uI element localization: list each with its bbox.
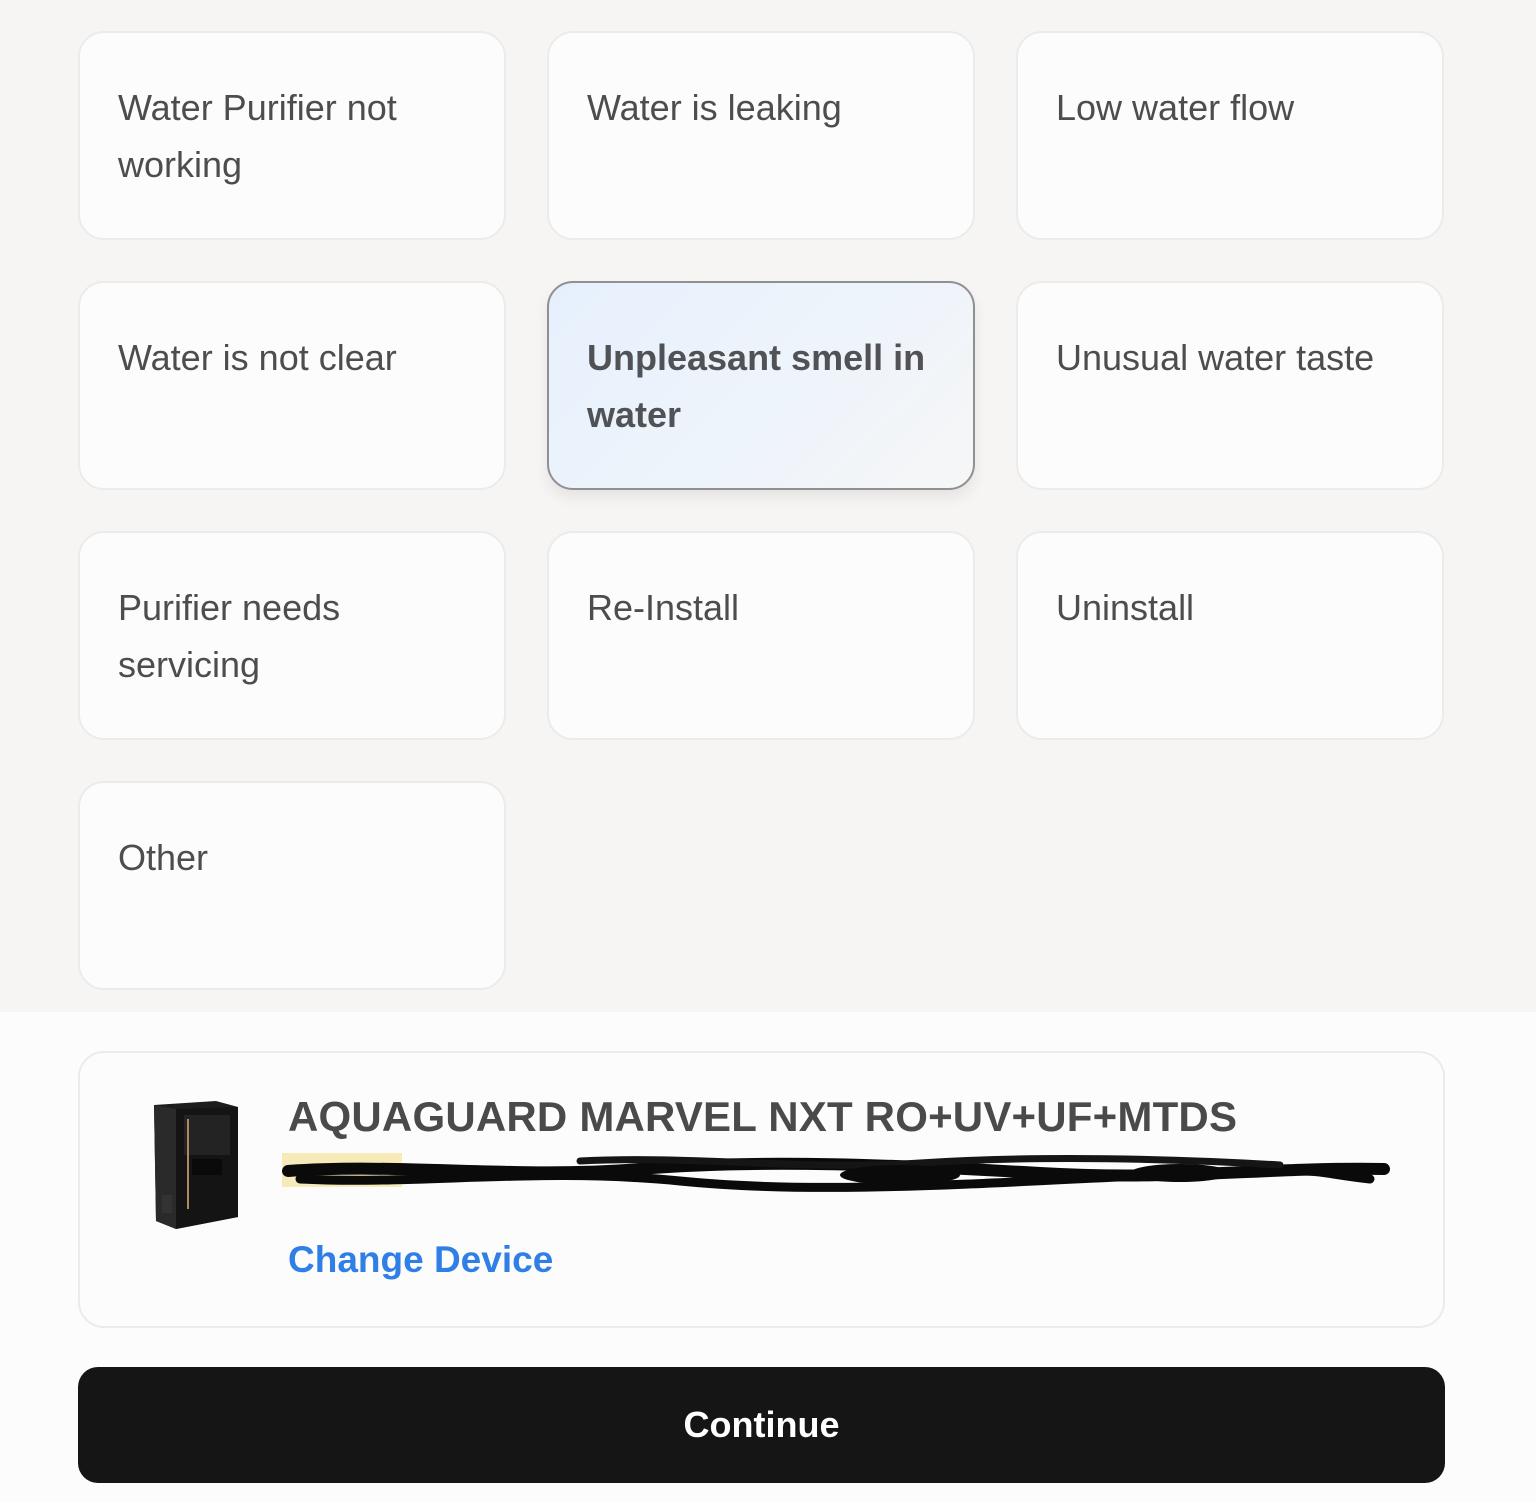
issue-card-other[interactable]: Other xyxy=(78,781,506,990)
issue-selection-area: Water Purifier not working Water is leak… xyxy=(0,0,1536,1012)
issue-card-reinstall[interactable]: Re-Install xyxy=(547,531,975,740)
issue-card-unpleasant-smell[interactable]: Unpleasant smell in water xyxy=(547,281,975,490)
device-card: AQUAGUARD MARVEL NXT RO+UV+UF+MTDS Chang… xyxy=(78,1051,1445,1328)
issue-card-leaking[interactable]: Water is leaking xyxy=(547,31,975,240)
device-name: AQUAGUARD MARVEL NXT RO+UV+UF+MTDS xyxy=(288,1093,1238,1140)
redacted-device-details xyxy=(282,1153,1390,1192)
continue-button[interactable]: Continue xyxy=(78,1367,1445,1483)
issue-card-uninstall[interactable]: Uninstall xyxy=(1016,531,1444,740)
bottom-panel: AQUAGUARD MARVEL NXT RO+UV+UF+MTDS Chang… xyxy=(0,1012,1536,1502)
change-device-link[interactable]: Change Device xyxy=(288,1239,553,1281)
issue-card-low-flow[interactable]: Low water flow xyxy=(1016,31,1444,240)
issue-grid: Water Purifier not working Water is leak… xyxy=(78,31,1445,990)
issue-card-not-working[interactable]: Water Purifier not working xyxy=(78,31,506,240)
issue-card-not-clear[interactable]: Water is not clear xyxy=(78,281,506,490)
water-purifier-icon xyxy=(154,1101,238,1229)
issue-card-unusual-taste[interactable]: Unusual water taste xyxy=(1016,281,1444,490)
issue-card-needs-servicing[interactable]: Purifier needs servicing xyxy=(78,531,506,740)
